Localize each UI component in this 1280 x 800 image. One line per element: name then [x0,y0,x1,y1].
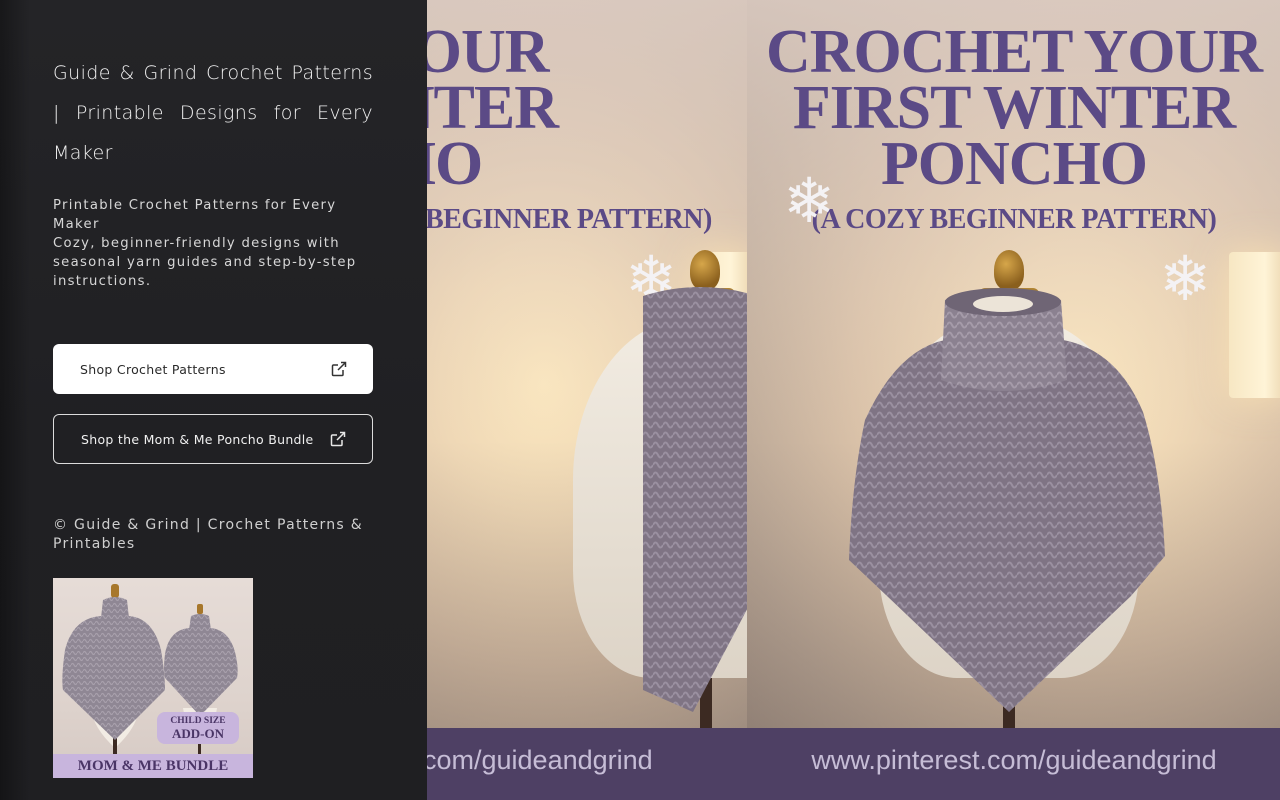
shop-poncho-bundle-button[interactable]: Shop the Mom & Me Poncho Bundle [53,414,373,464]
button-label: Shop the Mom & Me Poncho Bundle [81,431,314,447]
info-panel: Guide & Grind Crochet Patterns | Printab… [0,0,427,800]
external-link-icon [330,431,346,447]
description-body: Cozy, beginner-friendly designs with sea… [53,236,357,289]
description: Printable Crochet Patterns for Every Mak… [53,196,373,291]
thumbnail-banner: MOM & ME BUNDLE [53,754,253,778]
page-title: Guide & Grind Crochet Patterns | Printab… [53,62,373,164]
child-size-badge: CHILD SIZE ADD-ON [157,712,239,744]
shop-crochet-patterns-button[interactable]: Shop Crochet Patterns [53,344,373,394]
external-link-icon [331,361,347,377]
copyright-text: © Guide & Grind | Crochet Patterns & Pri… [53,517,363,552]
poster-image: CROCHET YOUR FIRST WINTER PONCHO (A COZY… [747,0,1280,800]
description-tagline: Printable Crochet Patterns for Every Mak… [53,198,337,232]
thumbnail-ponchos-image [62,584,238,758]
poster-url-banner: www.pinterest.com/guideandgrind [747,728,1280,800]
bundle-thumbnail[interactable]: CHILD SIZE ADD-ON MOM & ME BUNDLE [53,578,253,778]
button-label: Shop Crochet Patterns [80,361,226,377]
